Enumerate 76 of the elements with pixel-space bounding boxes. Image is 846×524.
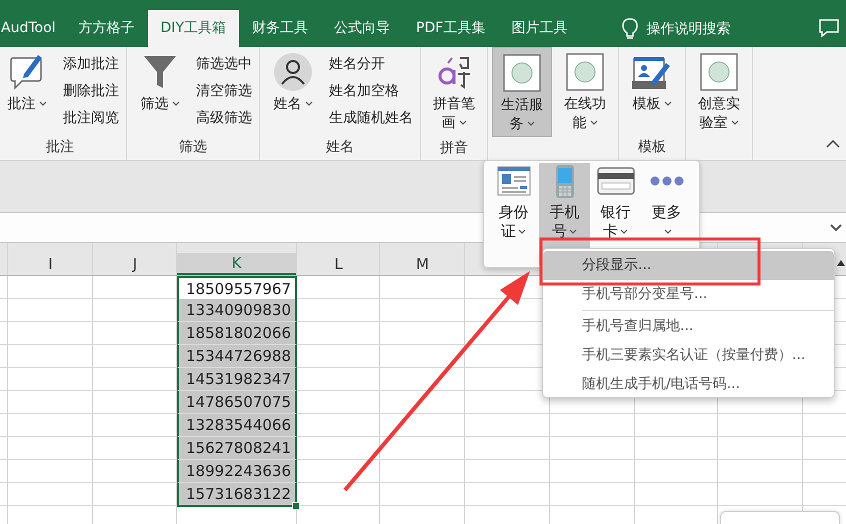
ribbon-tab[interactable]: 图片工具: [498, 10, 580, 47]
menu-item[interactable]: 手机号查归属地...: [543, 312, 834, 341]
caret-icon: [458, 120, 466, 126]
ribbon-tab[interactable]: AudTool: [0, 10, 66, 47]
caret-icon: [730, 120, 738, 126]
caret-icon: [664, 228, 672, 235]
caret-icon: [304, 101, 312, 108]
ribbon-button[interactable]: 拼音笔画: [425, 49, 483, 135]
lightbulb-icon[interactable]: [622, 18, 638, 40]
column-header[interactable]: I: [8, 253, 93, 275]
more-icon: [648, 175, 684, 187]
menu-item[interactable]: 手机三要素实名认证（按量付费）...: [543, 341, 834, 370]
group-label: 姓名: [326, 138, 354, 156]
ribbon-button[interactable]: 高级筛选: [193, 105, 255, 132]
caret-icon[interactable]: [830, 224, 842, 232]
table-cell[interactable]: 15627808241: [177, 437, 297, 460]
fill-handle[interactable]: [292, 502, 300, 510]
ribbon-tab[interactable]: PDF工具集: [403, 10, 498, 47]
group-label: 批注: [46, 138, 74, 156]
collapse-icon[interactable]: [826, 140, 840, 148]
group-label: 模板: [638, 138, 666, 156]
ribbon-button[interactable]: 姓名加空格: [326, 78, 416, 105]
ribbon-button[interactable]: 生活服务: [492, 47, 552, 137]
bank-card-icon: [596, 167, 634, 195]
column-header[interactable]: J: [93, 253, 177, 275]
ribbon-button[interactable]: 姓名: [264, 49, 322, 134]
search-field[interactable]: 操作说明搜索: [646, 20, 730, 38]
ribbon-button[interactable]: 删除批注: [60, 78, 122, 105]
id-card-icon: [496, 166, 530, 196]
ribbon-button[interactable]: 模板: [623, 49, 681, 134]
table-cell[interactable]: 18992243636: [177, 460, 297, 483]
table-cell[interactable]: 18581802066: [177, 322, 297, 345]
ribbon-button[interactable]: 创意实验室: [690, 49, 748, 135]
ribbon-button[interactable]: 批注阅览: [60, 105, 122, 132]
table-cell[interactable]: 14531982347: [177, 368, 297, 391]
caret-icon: [518, 228, 526, 235]
table-cell[interactable]: 14786507075: [177, 391, 297, 414]
ribbon-button[interactable]: 生成随机姓名: [326, 105, 416, 132]
group-label: 拼音: [440, 138, 468, 156]
ribbon-tab[interactable]: 方方格子: [66, 10, 148, 47]
caret-icon: [526, 121, 534, 128]
caret-icon: [172, 101, 180, 108]
group-label: 筛选: [179, 138, 207, 156]
column-header[interactable]: L: [297, 253, 380, 275]
caret-icon: [569, 228, 577, 235]
comment-icon[interactable]: [818, 18, 840, 38]
caret-icon: [38, 101, 46, 108]
column-header[interactable]: K: [177, 253, 296, 275]
caret-icon: [590, 120, 598, 126]
person-icon: [273, 52, 313, 92]
ribbon-button[interactable]: 批注: [0, 49, 56, 134]
ribbon-button[interactable]: 筛选选中: [193, 51, 255, 78]
menu-item[interactable]: 随机生成手机/电话号码...: [543, 370, 834, 399]
column-header[interactable]: M: [380, 253, 465, 275]
comment-icon: [10, 52, 44, 92]
ribbon-button[interactable]: 清空筛选: [193, 78, 255, 105]
table-cell[interactable]: 15344726988: [177, 345, 297, 368]
ribbon-tab[interactable]: DIY工具箱: [148, 10, 239, 47]
ribbon-button[interactable]: 筛选: [131, 49, 189, 134]
ribbon-tab[interactable]: 财务工具: [239, 10, 321, 47]
ribbon-button[interactable]: 姓名分开: [326, 51, 416, 78]
table-cell[interactable]: 15731683122: [177, 483, 297, 507]
ribbon-tab[interactable]: 公式向导: [321, 10, 403, 47]
caret-icon: [620, 228, 628, 235]
pinyin-icon: [436, 54, 472, 90]
menu-item[interactable]: 分段显示...: [543, 251, 834, 280]
dropdown-button[interactable]: 身份证: [488, 163, 539, 265]
table-cell[interactable]: 18509557967: [177, 276, 297, 301]
phone-icon: [554, 163, 576, 199]
scroll-up-icon[interactable]: [837, 260, 845, 266]
table-cell[interactable]: 13340909830: [177, 299, 297, 322]
menu-item[interactable]: 手机号部分变星号...: [543, 280, 834, 309]
table-cell[interactable]: 13283544066: [177, 414, 297, 437]
caret-icon: [664, 101, 672, 108]
ribbon-button[interactable]: 在线功能: [556, 49, 614, 137]
ribbon-button[interactable]: 添加批注: [60, 51, 122, 78]
